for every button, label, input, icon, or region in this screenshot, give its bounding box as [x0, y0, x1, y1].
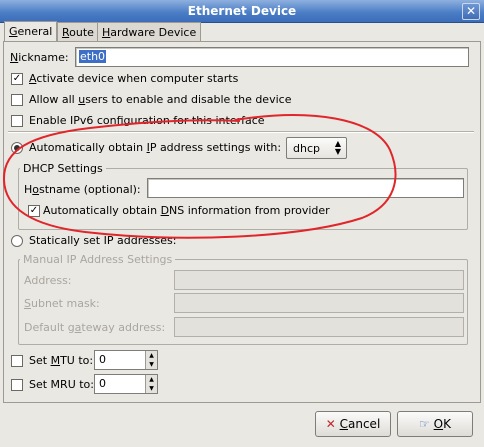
- red-annotation-circle: [2, 114, 397, 239]
